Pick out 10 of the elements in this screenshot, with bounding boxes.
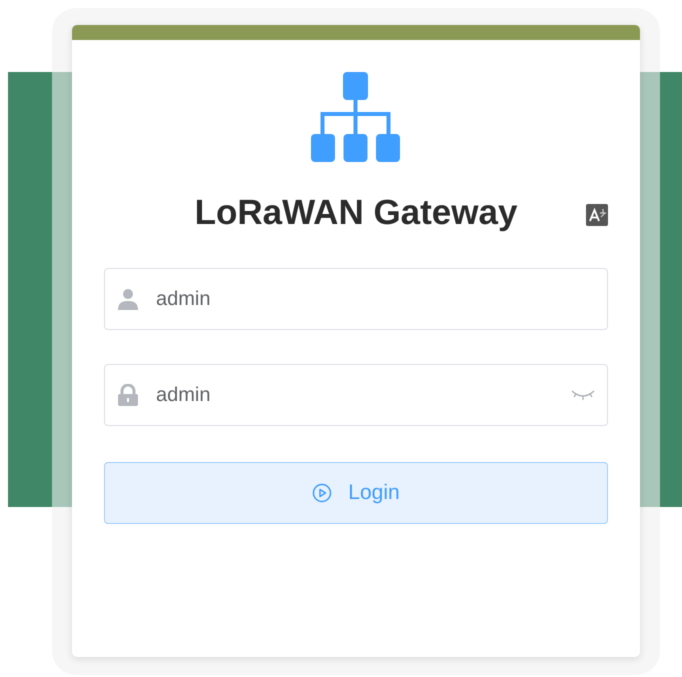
- play-circle-icon: [312, 483, 332, 503]
- field-value: admin: [156, 288, 212, 310]
- lock-icon: [117, 384, 139, 406]
- user-icon: [117, 288, 139, 310]
- field-value: admin: [156, 384, 212, 406]
- network-hierarchy-icon: [311, 72, 401, 162]
- app-title: LoRaWAN Gateway: [194, 192, 518, 234]
- translate-icon[interactable]: [586, 204, 608, 226]
- input-field[interactable]: admin: [104, 268, 608, 330]
- input-field[interactable]: admin: [104, 364, 608, 426]
